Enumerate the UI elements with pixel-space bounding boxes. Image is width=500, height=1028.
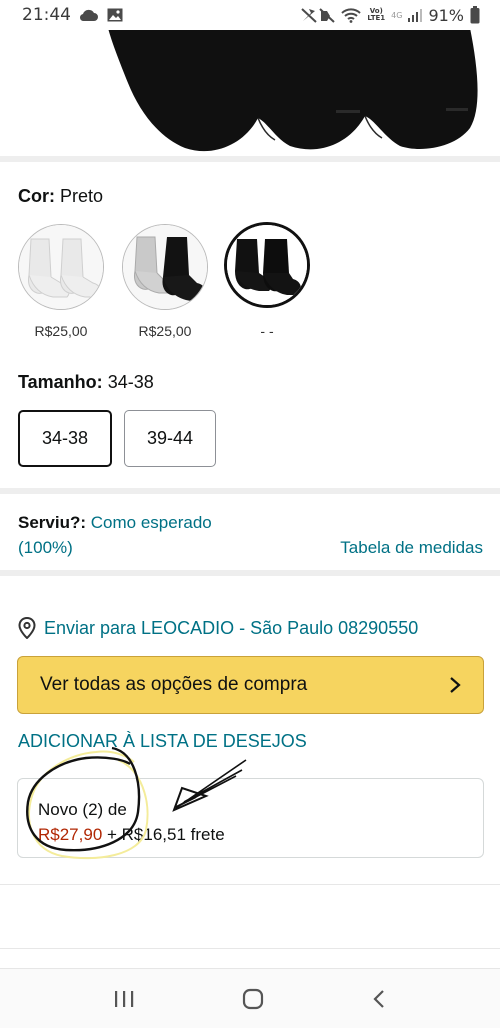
gray-black-socks-image [123,225,207,309]
swatch-price: - - [260,323,274,339]
size-chart-link[interactable]: Tabela de medidas [340,538,483,558]
buy-button-label: Ver todas as opções de compra [40,674,308,695]
section-divider [0,488,500,494]
section-divider [0,570,500,576]
offer-price: R$27,90 [38,825,103,844]
white-socks-image [19,225,103,309]
color-value: Preto [60,186,104,206]
chevron-right-icon [449,676,461,694]
delivery-location-link[interactable]: Enviar para LEOCADIO - São Paulo 0829055… [18,617,418,639]
black-socks-swatch-image [227,225,307,305]
offer-shipping: + R$16,51 frete [102,825,225,844]
size-value: 34-38 [107,372,154,392]
section-divider [0,156,500,162]
size-label-row: Tamanho: 34-38 [18,372,154,393]
swatch-black-socks[interactable] [224,222,310,308]
add-to-wishlist-link[interactable]: ADICIONAR À LISTA DE DESEJOS [18,731,307,752]
fit-row: Serviu?: Como esperado [18,513,212,533]
battery-percent: 91% [428,5,464,25]
cloud-icon [79,8,99,22]
section-divider [0,884,500,885]
swatch-price: R$25,00 [138,323,192,339]
section-divider [0,948,500,949]
wifi-icon [341,7,362,23]
back-icon[interactable] [371,989,387,1009]
delivery-text: Enviar para LEOCADIO - São Paulo 0829055… [44,617,419,638]
swatch-price: R$25,00 [34,323,88,339]
recent-apps-icon[interactable] [113,990,135,1008]
size-option-39-44[interactable]: 39-44 [124,410,216,467]
mute-icon [301,7,336,23]
network-label: Vo) LTE1 [367,7,386,22]
color-label-row: Cor: Preto [18,186,103,207]
fit-value-link[interactable]: Como esperado [91,513,212,532]
fit-label: Serviu?: [18,513,87,532]
size-label: Tamanho: [18,372,103,392]
signal-icon [408,8,423,22]
status-right: Vo) LTE1 4G 91% [301,6,480,25]
offer-new-count: Novo (2) de [38,800,127,819]
net-type: 4G [391,10,403,20]
fit-percent-link[interactable]: (100%) [18,538,73,558]
product-image[interactable] [0,28,500,152]
offer-box[interactable]: Novo (2) de R$27,90 + R$16,51 frete [17,778,484,858]
swatch-gray-black-socks[interactable] [122,224,208,310]
battery-icon [470,6,480,24]
image-icon [107,8,123,22]
status-left: 21:44 [22,5,123,25]
swatch-white-socks[interactable] [18,224,104,310]
location-pin-icon [18,617,36,639]
size-option-34-38[interactable]: 34-38 [18,410,112,467]
status-time: 21:44 [22,5,71,25]
status-bar: 21:44 Vo) LTE1 4G 91% [0,0,500,30]
offer-price-row: R$27,90 + R$16,51 frete [38,822,463,847]
color-label: Cor: [18,186,55,206]
home-icon[interactable] [241,988,265,1010]
android-nav-bar [0,968,500,1028]
see-all-buying-options-button[interactable]: Ver todas as opções de compra [17,656,484,714]
black-socks-image [108,28,478,152]
